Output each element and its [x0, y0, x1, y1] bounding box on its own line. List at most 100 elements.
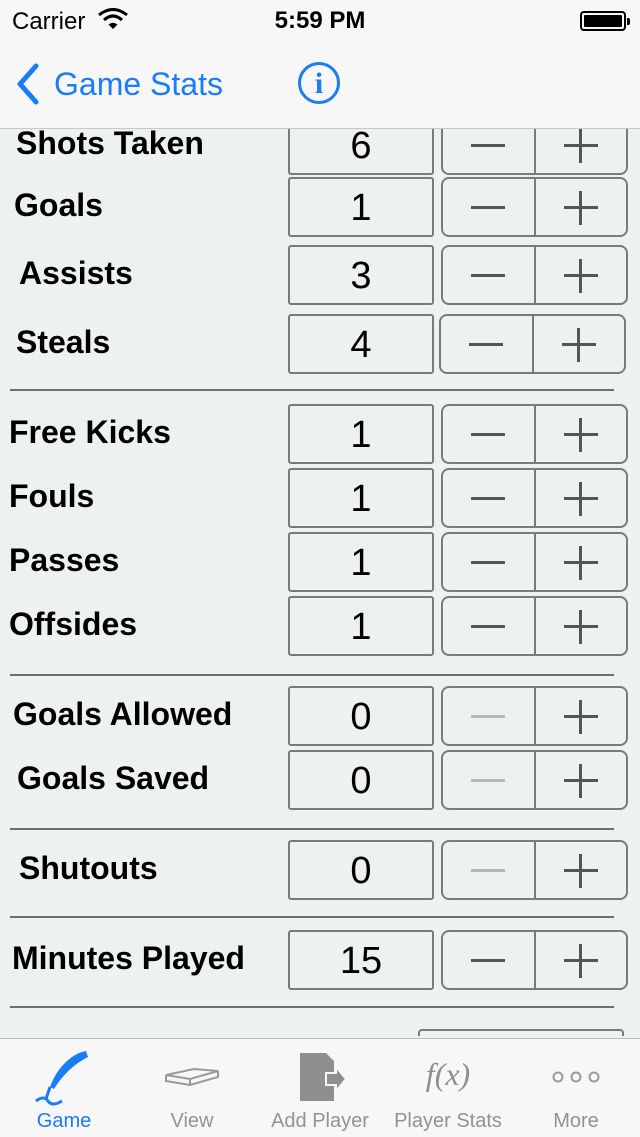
- increment-button[interactable]: [536, 752, 627, 808]
- info-button[interactable]: i: [298, 62, 340, 104]
- stat-label: Goals Allowed: [13, 696, 233, 732]
- navigation-bar: Game Stats i: [0, 40, 640, 129]
- plus-icon: [563, 190, 598, 225]
- section-divider: [10, 389, 614, 391]
- decrement-button[interactable]: [443, 534, 536, 590]
- stat-label: Goals Saved: [17, 760, 210, 796]
- increment-button[interactable]: [536, 688, 627, 744]
- tab-label: More: [553, 1110, 599, 1132]
- stat-stepper: [441, 404, 628, 464]
- tab-player-stats[interactable]: f(x) Player Stats: [384, 1039, 512, 1137]
- minus-icon: [471, 958, 506, 962]
- stat-label: Shutouts: [19, 850, 158, 886]
- clock: 5:59 PM: [274, 7, 366, 34]
- section-divider: [10, 828, 614, 830]
- stat-label: Passes: [9, 542, 120, 578]
- plus-icon: [561, 327, 596, 362]
- stat-stepper: [441, 468, 628, 528]
- plus-icon: [563, 763, 598, 798]
- plus-icon: [563, 699, 598, 734]
- section-divider: [10, 1006, 614, 1008]
- increment-button[interactable]: [536, 932, 627, 988]
- stat-value: 0: [288, 750, 434, 810]
- svg-text:f(x): f(x): [426, 1056, 470, 1092]
- stat-stepper: [441, 177, 628, 237]
- increment-button[interactable]: [536, 470, 627, 526]
- stat-stepper: [441, 750, 628, 810]
- decrement-button[interactable]: [443, 842, 536, 898]
- increment-button[interactable]: [536, 406, 627, 462]
- section-divider: [10, 916, 614, 918]
- tab-label: Game: [36, 1110, 92, 1132]
- decrement-button[interactable]: [443, 179, 536, 235]
- book-icon: [165, 1067, 219, 1087]
- plus-icon: [563, 609, 598, 644]
- tab-label: View: [170, 1110, 214, 1132]
- stat-value: 1: [288, 468, 434, 528]
- plus-icon: [563, 129, 598, 163]
- tab-add-player[interactable]: Add Player: [256, 1039, 384, 1137]
- decrement-button[interactable]: [443, 752, 536, 808]
- tab-more[interactable]: More: [512, 1039, 640, 1137]
- increment-button[interactable]: [536, 534, 627, 590]
- increment-button[interactable]: [536, 129, 627, 173]
- stat-stepper: [441, 245, 628, 305]
- stat-value: 1: [288, 596, 434, 656]
- decrement-button[interactable]: [443, 470, 536, 526]
- increment-button[interactable]: [534, 316, 625, 372]
- increment-button[interactable]: [536, 247, 627, 303]
- stat-label: Shots Taken: [16, 129, 204, 161]
- stat-value: 15: [288, 930, 434, 990]
- minus-icon: [471, 778, 506, 782]
- minus-icon: [471, 714, 506, 718]
- stat-label: Offsides: [9, 606, 138, 642]
- tab-game[interactable]: Game: [0, 1039, 128, 1137]
- increment-button[interactable]: [536, 598, 627, 654]
- decrement-button[interactable]: [441, 316, 534, 372]
- stat-stepper: [441, 532, 628, 592]
- tab-label: Add Player: [271, 1110, 369, 1132]
- decrement-button[interactable]: [443, 247, 536, 303]
- more-icon: [552, 1071, 600, 1083]
- stat-value: 1: [288, 177, 434, 237]
- increment-button[interactable]: [536, 179, 627, 235]
- stat-stepper: [441, 930, 628, 990]
- stat-value: 1: [288, 532, 434, 592]
- plus-icon: [563, 545, 598, 580]
- stat-stepper: [441, 129, 628, 175]
- decrement-button[interactable]: [443, 406, 536, 462]
- tab-label: Player Stats: [394, 1110, 502, 1132]
- minus-icon: [471, 868, 506, 872]
- partial-button[interactable]: [418, 1029, 624, 1036]
- increment-button[interactable]: [536, 842, 627, 898]
- stat-value: 4: [288, 314, 434, 374]
- stats-scroll-view[interactable]: Shots Taken 6 Goals 1 Assists 3 Steals 4 Free Ki…: [0, 129, 640, 1036]
- decrement-button[interactable]: [443, 129, 536, 173]
- stat-label: Steals: [16, 324, 111, 360]
- stat-value: 6: [288, 129, 434, 175]
- chevron-left-icon: [17, 63, 39, 105]
- minus-icon: [471, 496, 506, 500]
- decrement-button[interactable]: [443, 932, 536, 988]
- stat-label: Goals: [14, 187, 103, 223]
- back-button-label: Game Stats: [54, 65, 223, 102]
- stat-value: 0: [288, 686, 434, 746]
- plus-icon: [563, 481, 598, 516]
- back-button[interactable]: Game Stats: [14, 62, 223, 106]
- function-icon: f(x): [426, 1056, 470, 1092]
- stat-value: 3: [288, 245, 434, 305]
- minus-icon: [471, 273, 506, 277]
- stat-value: 1: [288, 404, 434, 464]
- tab-view[interactable]: View: [128, 1039, 256, 1137]
- plus-icon: [563, 417, 598, 452]
- minus-icon: [469, 342, 504, 346]
- plus-icon: [563, 943, 598, 978]
- stat-stepper: [441, 596, 628, 656]
- decrement-button[interactable]: [443, 688, 536, 744]
- minus-icon: [471, 205, 506, 209]
- stat-label: Minutes Played: [12, 940, 245, 976]
- minus-icon: [471, 143, 506, 147]
- decrement-button[interactable]: [443, 598, 536, 654]
- stat-value: 0: [288, 840, 434, 900]
- section-divider: [10, 674, 614, 676]
